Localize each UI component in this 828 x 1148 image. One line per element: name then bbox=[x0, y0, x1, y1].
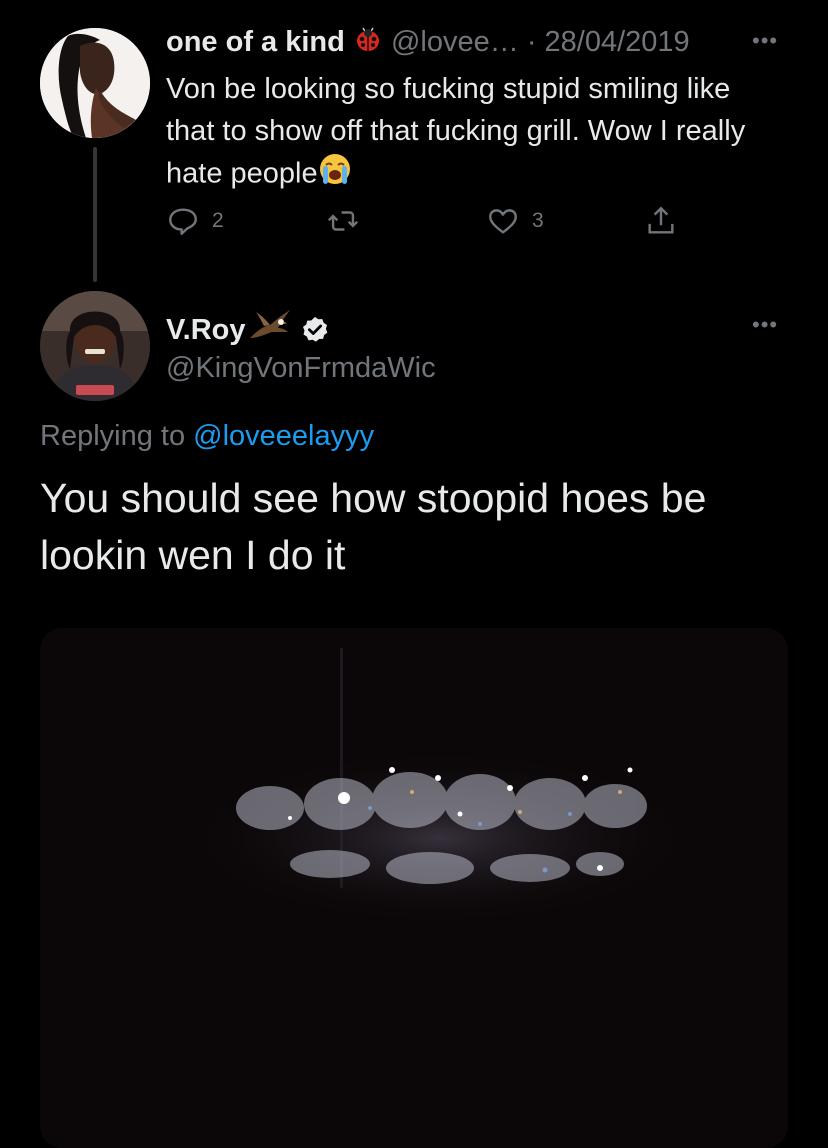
reply-avatar[interactable] bbox=[40, 291, 150, 401]
replying-prefix: Replying to bbox=[40, 420, 186, 452]
verified-badge-icon bbox=[300, 315, 330, 345]
share-button[interactable] bbox=[644, 204, 678, 238]
replying-to-link[interactable]: @loveeelayyy bbox=[193, 420, 374, 452]
reply-tweet-text: You should see how stoopid hoes be looki… bbox=[40, 475, 707, 578]
reply-author-name-row: V.Roy bbox=[166, 308, 330, 351]
parent-tweet-header: one of a kind @lovee… · 28/04/2019 bbox=[166, 24, 690, 63]
parent-date[interactable]: 28/04/2019 bbox=[545, 26, 690, 58]
parent-tweet-actions: 2 3 bbox=[166, 204, 686, 244]
eagle-icon bbox=[248, 308, 292, 351]
parent-tweet[interactable]: one of a kind @lovee… · 28/04/2019 ••• V… bbox=[0, 0, 828, 290]
tweet-photo[interactable] bbox=[40, 628, 788, 1148]
share-icon bbox=[648, 206, 674, 234]
thread-connector-line bbox=[93, 147, 97, 282]
reply-handle[interactable]: @KingVonFrmdaWic bbox=[166, 350, 436, 386]
parent-tweet-text: Von be looking so fucking stupid smiling… bbox=[166, 68, 786, 198]
heart-icon bbox=[489, 209, 517, 234]
retweet-icon bbox=[327, 211, 359, 231]
reply-button[interactable]: 2 bbox=[166, 204, 224, 238]
reply-count: 2 bbox=[212, 209, 224, 232]
loudly-crying-face-icon bbox=[318, 152, 352, 198]
ladybug-icon bbox=[353, 24, 383, 63]
header-separator: · bbox=[526, 26, 537, 59]
reply-display-name[interactable]: V.Roy bbox=[166, 312, 246, 348]
more-options-icon[interactable]: ••• bbox=[752, 28, 778, 54]
like-count: 3 bbox=[532, 209, 544, 232]
retweet-button[interactable] bbox=[326, 204, 372, 238]
parent-display-name[interactable]: one of a kind bbox=[166, 26, 345, 58]
parent-handle[interactable]: @lovee… bbox=[391, 26, 519, 58]
like-button[interactable]: 3 bbox=[486, 204, 544, 238]
reply-more-options-icon[interactable]: ••• bbox=[752, 312, 778, 338]
diamond-grill-image bbox=[40, 628, 788, 1148]
replying-to-line: Replying to @loveeelayyy bbox=[40, 418, 374, 454]
reply-icon bbox=[169, 208, 197, 235]
parent-avatar[interactable] bbox=[40, 28, 150, 138]
parent-tweet-body: Von be looking so fucking stupid smiling… bbox=[166, 73, 746, 190]
